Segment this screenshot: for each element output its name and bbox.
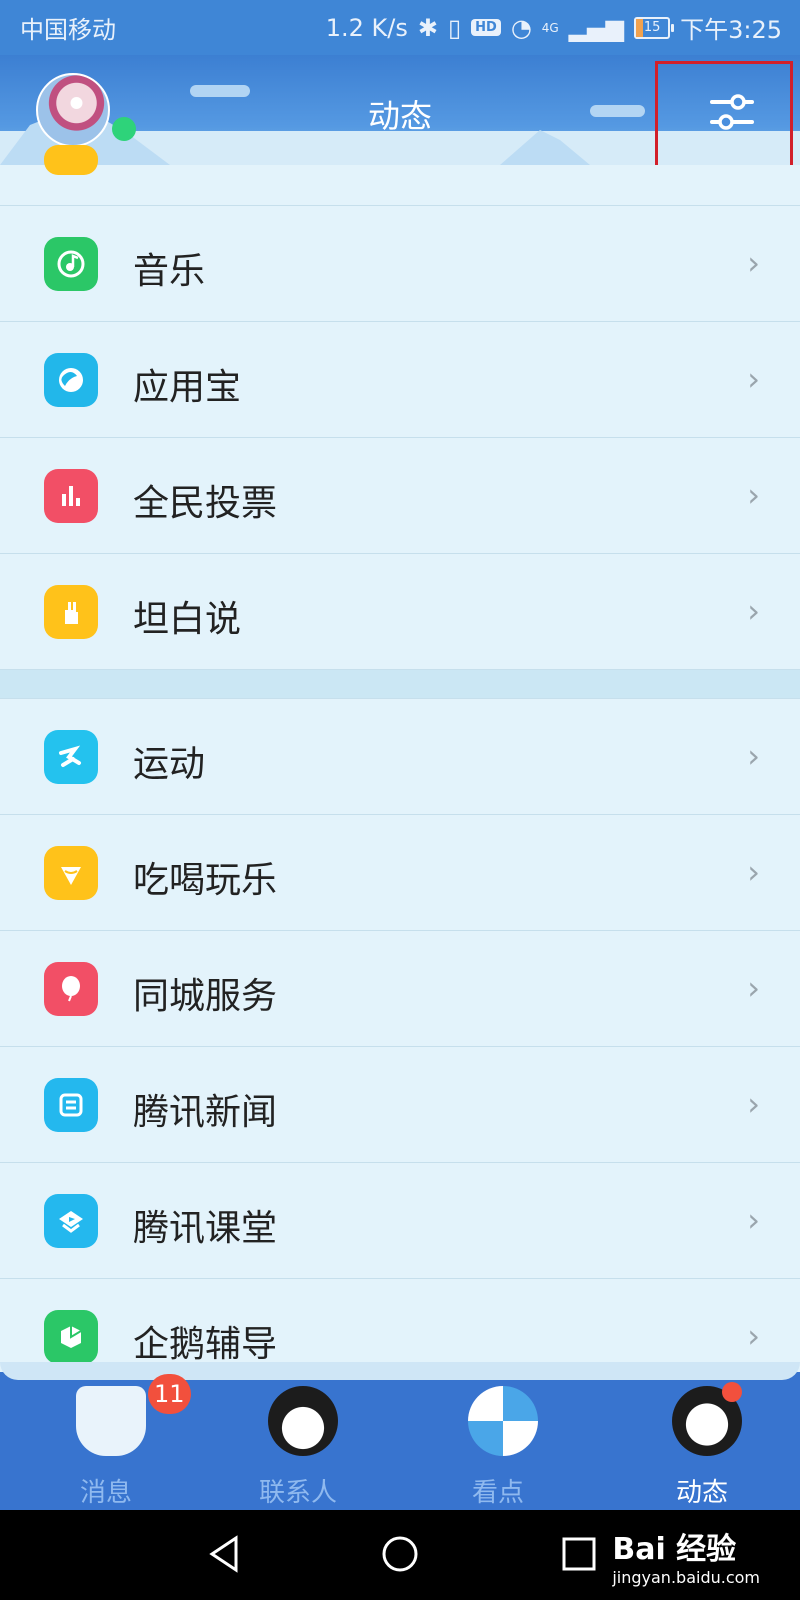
watermark-main: Bai 经验 bbox=[612, 1532, 737, 1567]
chevron-right-icon: › bbox=[747, 1085, 760, 1123]
list-item-classroom[interactable]: 腾讯课堂 › bbox=[0, 1163, 800, 1279]
bathtub-icon bbox=[76, 1386, 146, 1456]
list-item-label: 腾讯新闻 bbox=[133, 1092, 278, 1133]
list-item-food[interactable]: 吃喝玩乐 › bbox=[0, 815, 800, 931]
tab-dongtai[interactable]: 动态 bbox=[632, 1372, 772, 1510]
bluetooth-icon: ✱ bbox=[417, 13, 438, 42]
list-item-vote[interactable]: 全民投票 › bbox=[0, 438, 800, 554]
back-icon[interactable] bbox=[200, 1530, 248, 1578]
top-header: 动态 bbox=[0, 55, 800, 165]
penguin-icon bbox=[268, 1386, 338, 1456]
tab-label: 消息 bbox=[79, 1478, 132, 1508]
beach-ball-icon bbox=[468, 1386, 538, 1456]
section-divider bbox=[0, 670, 800, 699]
classroom-icon bbox=[44, 1194, 98, 1248]
list-item-label: 同城服务 bbox=[133, 976, 278, 1017]
list-item-city-service[interactable]: 同城服务 › bbox=[0, 931, 800, 1047]
list-item-label: 吃喝玩乐 bbox=[133, 860, 278, 901]
unread-badge: 11 bbox=[148, 1374, 191, 1414]
vibrate-icon: ▯ bbox=[447, 13, 462, 42]
hand-icon bbox=[44, 585, 98, 639]
list-item-label: 腾讯课堂 bbox=[133, 1208, 278, 1249]
battery-icon: 15 bbox=[634, 16, 675, 39]
watermark-url: jingyan.baidu.com bbox=[612, 1568, 760, 1587]
list-item-label: 企鹅辅导 bbox=[133, 1324, 278, 1365]
bottom-tab-bar: 11 消息 联系人 看点 动态 bbox=[0, 1362, 800, 1510]
settings-button[interactable] bbox=[655, 61, 793, 165]
list-item-label: 坦白说 bbox=[133, 599, 242, 640]
chevron-right-icon: › bbox=[747, 592, 760, 630]
clock: 下午3:25 bbox=[680, 16, 782, 44]
list-item-label: 全民投票 bbox=[133, 483, 278, 524]
tab-label: 联系人 bbox=[258, 1478, 337, 1508]
list-item-label: 应用宝 bbox=[133, 367, 242, 408]
vote-chart-icon bbox=[44, 469, 98, 523]
hd-badge: HD bbox=[471, 19, 501, 36]
chevron-right-icon: › bbox=[747, 853, 760, 891]
list-item-music[interactable]: 音乐 › bbox=[0, 206, 800, 322]
tab-messages[interactable]: 11 消息 bbox=[36, 1372, 191, 1510]
app-icon bbox=[44, 145, 98, 175]
chevron-right-icon: › bbox=[747, 244, 760, 282]
tab-kandian[interactable]: 看点 bbox=[428, 1372, 568, 1510]
music-icon bbox=[44, 237, 98, 291]
list-item-app-store[interactable]: 应用宝 › bbox=[0, 322, 800, 438]
list-item-partial[interactable] bbox=[0, 145, 800, 206]
baidu-watermark: Bai 经验 jingyan.baidu.com bbox=[612, 1524, 760, 1587]
wifi-icon: ◔ bbox=[510, 13, 532, 42]
list-item-label: 运动 bbox=[133, 744, 206, 785]
network-type: 4G bbox=[541, 20, 559, 35]
tab-label: 动态 bbox=[675, 1478, 728, 1508]
status-indicators: 1.2 K/s ✱ ▯ HD ◔ 4G ▂▄▆ 15 下午3:25 bbox=[326, 10, 782, 45]
chevron-right-icon: › bbox=[747, 476, 760, 514]
chevron-right-icon: › bbox=[747, 1201, 760, 1239]
sliders-icon bbox=[710, 94, 754, 130]
list-item-sports[interactable]: 运动 › bbox=[0, 699, 800, 815]
list-item-label: 音乐 bbox=[133, 251, 206, 292]
list-item-confess[interactable]: 坦白说 › bbox=[0, 554, 800, 670]
chevron-right-icon: › bbox=[747, 737, 760, 775]
system-nav-bar: Bai 经验 jingyan.baidu.com bbox=[0, 1510, 800, 1600]
signal-icon: ▂▄▆ bbox=[568, 13, 625, 42]
tab-contacts[interactable]: 联系人 bbox=[228, 1372, 368, 1510]
recents-icon[interactable] bbox=[555, 1530, 603, 1578]
network-speed: 1.2 K/s bbox=[325, 13, 408, 42]
notification-dot bbox=[722, 1382, 742, 1402]
chevron-right-icon: › bbox=[747, 969, 760, 1007]
chevron-right-icon: › bbox=[747, 360, 760, 398]
chevron-right-icon: › bbox=[747, 1317, 760, 1355]
balloon-icon bbox=[44, 962, 98, 1016]
running-icon bbox=[44, 730, 98, 784]
tutoring-icon bbox=[44, 1310, 98, 1364]
app-store-icon bbox=[44, 353, 98, 407]
home-icon[interactable] bbox=[376, 1530, 424, 1578]
list-item-news[interactable]: 腾讯新闻 › bbox=[0, 1047, 800, 1163]
carrier-name: 中国移动 bbox=[20, 16, 116, 44]
ice-cream-icon bbox=[44, 846, 98, 900]
tab-label: 看点 bbox=[471, 1478, 524, 1508]
status-bar: 中国移动 1.2 K/s ✱ ▯ HD ◔ 4G ▂▄▆ 15 下午3:25 bbox=[0, 0, 800, 55]
news-icon bbox=[44, 1078, 98, 1132]
feature-list: 音乐 › 应用宝 › 全民投票 › 坦白说 › 运动 › 吃喝玩乐 › 同城服务… bbox=[0, 145, 800, 1395]
